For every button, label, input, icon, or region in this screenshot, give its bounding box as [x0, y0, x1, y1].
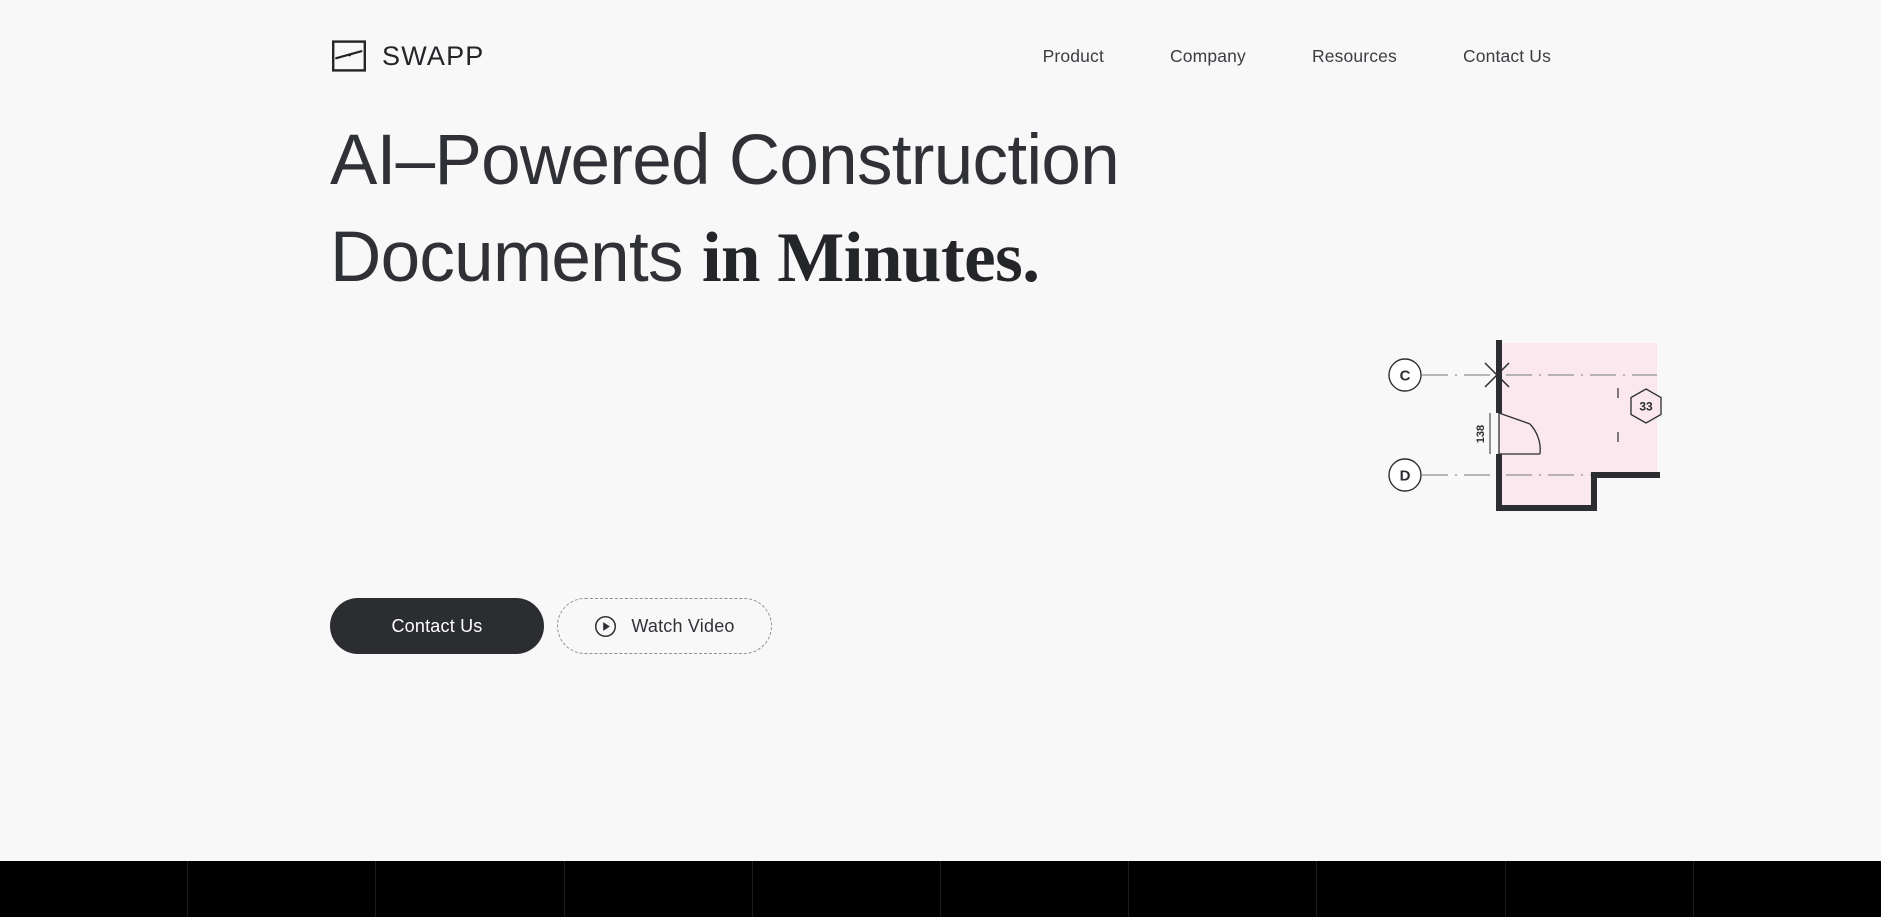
hero-section: AI–Powered Construction Documents in Min… [0, 112, 1881, 861]
nav-item-contact-us[interactable]: Contact Us [1463, 36, 1551, 77]
brand-name: SWAPP [382, 40, 485, 71]
grid-bubble-d: D [1388, 458, 1422, 492]
site-header: SWAPP Product Company Resources Contact … [0, 0, 1881, 112]
cta-row: Contact Us Watch Video [330, 598, 772, 654]
headline-line-2-light: Documents [330, 218, 702, 297]
headline-line-1: AI–Powered Construction [330, 121, 1120, 200]
band-column [565, 861, 753, 917]
band-column [188, 861, 377, 917]
nav-item-company[interactable]: Company [1170, 36, 1246, 77]
headline-accent: in Minutes. [701, 219, 1040, 297]
floorplan-illustration: 138 33 C D [1372, 330, 1702, 540]
dimension-label: 138 [1475, 425, 1487, 443]
band-column [1506, 861, 1694, 917]
band-column [1317, 861, 1506, 917]
hero-inner: AI–Powered Construction Documents in Min… [330, 112, 1881, 861]
contact-us-button[interactable]: Contact Us [330, 598, 544, 654]
room-fill [1499, 343, 1657, 508]
main-navigation: Product Company Resources Contact Us [1043, 36, 1551, 77]
band-column [753, 861, 942, 917]
nav-item-resources[interactable]: Resources [1312, 36, 1397, 77]
bottom-band [0, 861, 1881, 917]
watch-video-button[interactable]: Watch Video [557, 598, 772, 654]
brand-logo[interactable]: SWAPP [330, 37, 485, 75]
nav-item-product[interactable]: Product [1043, 36, 1104, 77]
grid-bubble-c-label: C [1400, 368, 1411, 385]
band-column [376, 861, 565, 917]
grid-bubble-c: C [1388, 358, 1422, 392]
page-title: AI–Powered Construction Documents in Min… [330, 112, 1881, 307]
band-column [941, 861, 1130, 917]
swapp-square-s-logo-icon [330, 37, 368, 75]
band-column [1129, 861, 1318, 917]
grid-bubble-d-label: D [1400, 468, 1411, 485]
play-circle-icon [594, 615, 617, 638]
headline-line-2: Documents in Minutes. [330, 209, 1881, 307]
watch-video-label: Watch Video [631, 615, 735, 636]
band-column [0, 861, 189, 917]
room-tag-label: 33 [1639, 400, 1653, 414]
band-column [1694, 861, 1881, 917]
